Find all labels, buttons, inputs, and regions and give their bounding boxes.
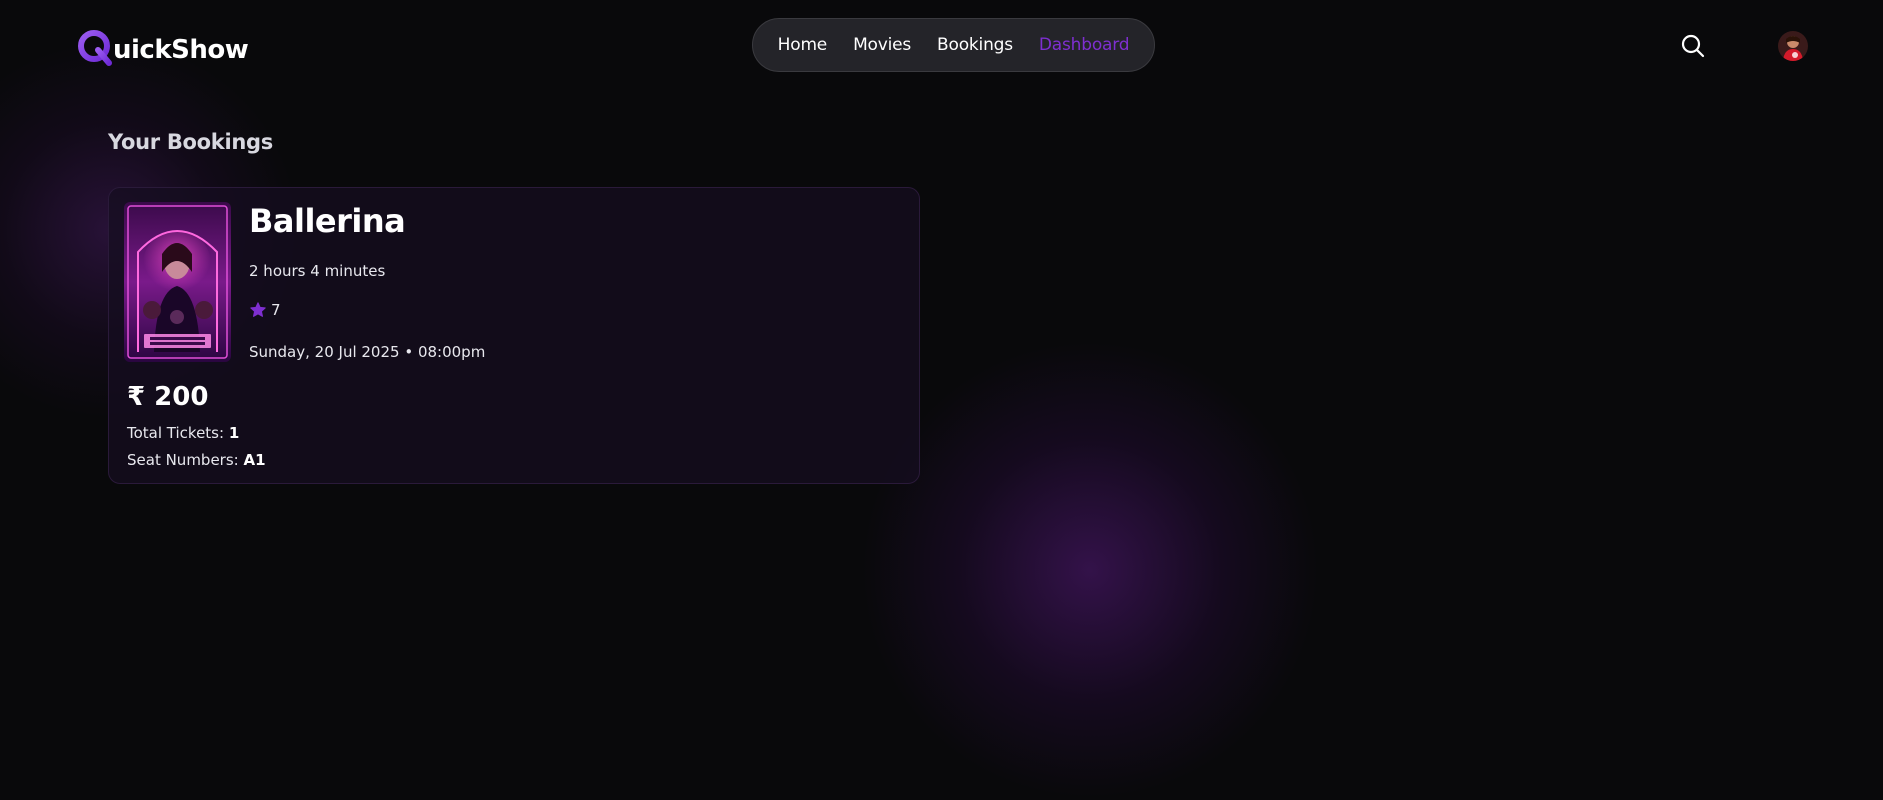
rating-value: 7 [271, 301, 281, 319]
logo-q-icon [78, 30, 112, 66]
movie-poster [124, 202, 231, 362]
seat-numbers: Seat Numbers: A1 [127, 451, 266, 469]
app-logo[interactable]: uickShow [76, 24, 249, 70]
booking-price: ₹ 200 [127, 382, 209, 412]
avatar-image [1778, 31, 1808, 61]
movie-duration: 2 hours 4 minutes [249, 262, 386, 280]
main-nav: Home Movies Bookings Dashboard [752, 18, 1155, 72]
nav-movies[interactable]: Movies [853, 35, 911, 55]
show-datetime: Sunday, 20 Jul 2025 • 08:00pm [249, 343, 486, 361]
page-title: Your Bookings [108, 130, 273, 154]
user-avatar[interactable] [1778, 31, 1808, 61]
nav-bookings[interactable]: Bookings [937, 35, 1013, 55]
seat-numbers-label: Seat Numbers: [127, 451, 239, 469]
app-name: uickShow [113, 35, 249, 65]
star-icon [250, 302, 266, 317]
nav-dashboard[interactable]: Dashboard [1039, 35, 1130, 55]
movie-title: Ballerina [249, 202, 406, 240]
movie-poster-image [124, 202, 231, 362]
seat-numbers-value: A1 [243, 451, 266, 469]
booking-card: Ballerina 2 hours 4 minutes 7 Sunday, 20… [108, 187, 920, 484]
search-icon[interactable] [1680, 33, 1706, 59]
nav-home[interactable]: Home [778, 35, 828, 55]
background-glow-right [860, 340, 1320, 800]
total-tickets-label: Total Tickets: [127, 424, 225, 442]
movie-rating: 7 [249, 301, 281, 319]
total-tickets-value: 1 [228, 424, 240, 442]
total-tickets: Total Tickets: 1 [127, 424, 239, 442]
